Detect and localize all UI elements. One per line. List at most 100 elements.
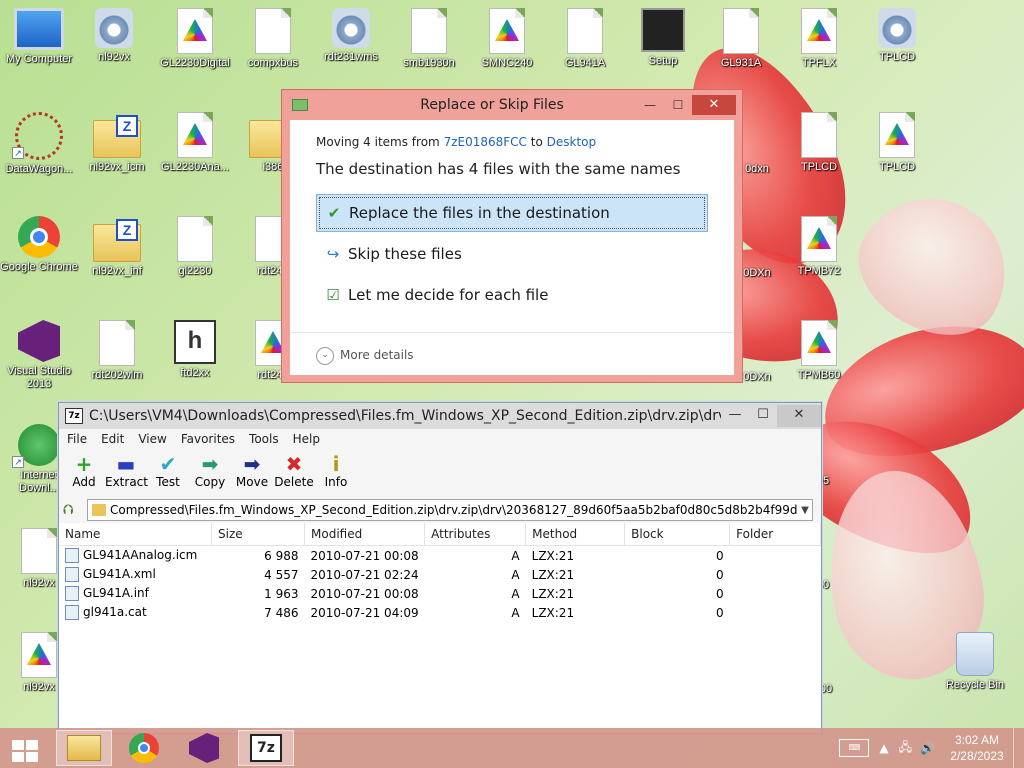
start-button[interactable] [0, 730, 52, 766]
desktop-icon-google-chrome[interactable]: Google Chrome [0, 216, 78, 274]
move-icon: ➡ [243, 452, 261, 476]
color-profile-icon [177, 8, 213, 54]
menu-edit[interactable]: Edit [101, 432, 124, 446]
desktop-icon-rdt231wms[interactable]: rdt231wms [312, 8, 390, 64]
replace-files-option[interactable]: ✔ Replace the files in the destination [316, 194, 708, 232]
column-header-name[interactable]: Name [59, 523, 212, 546]
desktop-icon-tpflx[interactable]: TPFLX [780, 8, 858, 70]
desktop-icon-label: nl92vx [98, 51, 130, 63]
to-word: to [530, 135, 543, 149]
desktop-icon-rdt202wlm[interactable]: rdt202wlm [78, 320, 156, 382]
desktop-icon-gl941a[interactable]: GL941A [546, 8, 624, 70]
taskbar-7zip[interactable]: 7z [238, 730, 294, 766]
desktop-icon-recycle-bin[interactable]: Recycle Bin [936, 632, 1014, 692]
file-name: gl941a.cat [83, 605, 147, 619]
volume-icon[interactable]: 🔊 [920, 741, 935, 755]
copy-button[interactable]: ➡ Copy [189, 449, 231, 497]
chevron-down-icon[interactable]: ⌄ [316, 347, 334, 365]
more-details-toggle[interactable]: More details [340, 348, 414, 362]
skip-files-option[interactable]: ↪ Skip these files [316, 235, 708, 273]
file-size: 1 963 [264, 586, 299, 601]
desktop-icon-gl931a[interactable]: GL931A [702, 8, 780, 70]
menu-favorites[interactable]: Favorites [181, 432, 235, 446]
desktop-icon-smb1930n[interactable]: smb1930n [390, 8, 468, 70]
column-header-folder[interactable]: Folder [729, 523, 821, 546]
column-header-method[interactable]: Method [525, 523, 626, 546]
table-row[interactable]: gl941a.cat 7 486 2010-07-21 04:09 A LZX:… [59, 603, 821, 622]
add-icon: + [75, 452, 93, 476]
delete-button[interactable]: ✖ Delete [273, 449, 315, 497]
desktop-icon-tpmb72[interactable]: TPMB72 [780, 216, 858, 278]
desktop-icon-gl2230ana[interactable]: GL2230Ana... [156, 112, 234, 174]
add-button[interactable]: + Add [63, 449, 105, 497]
desktop-icon-gl2230[interactable]: gl2230 [156, 216, 234, 278]
menu-help[interactable]: Help [293, 432, 320, 446]
dialog-minimize-button[interactable]: — [636, 98, 664, 112]
up-folder-button[interactable]: ⮉ [63, 502, 87, 518]
desktop-icon-label: ftd2xx [180, 367, 210, 379]
source-link[interactable]: 7zE01868FCC [444, 135, 527, 149]
column-header-block[interactable]: Block [624, 523, 731, 546]
xml-file-icon [65, 567, 79, 582]
clock[interactable]: 3:02 AM 2/28/2023 [941, 732, 1013, 764]
file-name: GL941AAnalog.icm [83, 548, 198, 562]
copy-icon: ➡ [201, 452, 219, 476]
keyboard-icon[interactable]: ⌨ [839, 739, 870, 757]
table-row[interactable]: GL941AAnalog.icm 6 988 2010-07-21 00:08 … [59, 546, 821, 566]
desktop-icon-visual-studio[interactable]: Visual Studio 2013 [0, 320, 78, 391]
desktop-icon-gl2230digital[interactable]: GL2230Digital [156, 8, 234, 70]
dialog-heading: The destination has 4 files with the sam… [316, 160, 681, 178]
desktop-icon-tplcd-3[interactable]: TPLCD [858, 112, 936, 174]
destination-link[interactable]: Desktop [547, 135, 597, 149]
visual-studio-icon [18, 320, 60, 362]
extract-button[interactable]: ▬ Extract [105, 449, 148, 497]
desktop-icon-tplcd[interactable]: TPLCD [858, 8, 936, 64]
desktop-icon-nl92vx-icm[interactable]: nl92vx_icm [78, 112, 156, 174]
info-button[interactable]: i Info [315, 449, 357, 497]
desktop-icon-setup[interactable]: Setup [624, 8, 702, 68]
network-icon[interactable]: 🖧 [899, 738, 912, 759]
desktop-icon-ftd2xx[interactable]: h ftd2xx [156, 320, 234, 380]
dialog-maximize-button[interactable]: ☐ [664, 98, 692, 112]
info-label: Info [324, 475, 348, 489]
maximize-button[interactable]: ☐ [749, 405, 777, 427]
skip-arrow-icon: ↪ [326, 245, 340, 263]
desktop-icon-nl92vx-inf[interactable]: nl92vx_inf [78, 216, 156, 278]
menu-view[interactable]: View [138, 432, 166, 446]
desktop-icon-tplcd-2[interactable]: TPLCD [780, 112, 858, 174]
column-header-modified[interactable]: Modified [304, 523, 426, 546]
close-button[interactable]: ✕ [777, 405, 821, 427]
taskbar-file-explorer[interactable] [56, 730, 112, 766]
desktop-icon-compxbus[interactable]: compxbus [234, 8, 312, 70]
desktop-icon-smnc240[interactable]: SMNC240 [468, 8, 546, 70]
sevenzip-titlebar[interactable]: 7z C:\Users\VM4\Downloads\Compressed\Fil… [59, 403, 821, 429]
taskbar-visual-studio[interactable] [176, 730, 232, 766]
minimize-button[interactable]: — [721, 405, 749, 427]
show-hidden-icons-icon[interactable]: ▲ [879, 741, 888, 755]
desktop-icon-nl92vx[interactable]: nl92vx [75, 8, 153, 64]
desktop-icon-label: rdt231wms [324, 51, 378, 63]
test-button[interactable]: ✔ Test [147, 449, 189, 497]
windows-logo-icon [12, 740, 38, 762]
column-header-attributes[interactable]: Attributes [424, 523, 527, 546]
desktop-icon-my-computer[interactable]: My Computer [0, 8, 78, 66]
header-file-icon: h [174, 320, 216, 364]
decide-each-file-option[interactable]: ☑ Let me decide for each file [316, 276, 708, 314]
dialog-titlebar[interactable]: Replace or Skip Files — ☐ ✕ [282, 90, 742, 120]
table-row[interactable]: GL941A.xml 4 557 2010-07-21 02:24 A LZX:… [59, 565, 821, 584]
show-desktop-button[interactable] [1013, 728, 1024, 768]
dialog-close-button[interactable]: ✕ [692, 95, 736, 115]
color-profile-icon [21, 632, 57, 678]
text-file-icon [723, 8, 759, 54]
menu-tools[interactable]: Tools [249, 432, 279, 446]
taskbar-chrome[interactable] [116, 730, 172, 766]
menu-file[interactable]: File [67, 432, 87, 446]
desktop-icon-tpmb60[interactable]: TPMB60 [780, 320, 858, 382]
chevron-down-icon[interactable]: ▼ [798, 505, 812, 516]
file-block: 0 [716, 605, 724, 620]
address-field[interactable]: Compressed\Files.fm_Windows_XP_Second_Ed… [87, 499, 813, 521]
table-row[interactable]: GL941A.inf 1 963 2010-07-21 00:08 A LZX:… [59, 584, 821, 603]
move-button[interactable]: ➡ Move [231, 449, 273, 497]
desktop-icon-datawagon[interactable]: DataWagon... [0, 112, 78, 176]
column-header-size[interactable]: Size [211, 523, 305, 546]
